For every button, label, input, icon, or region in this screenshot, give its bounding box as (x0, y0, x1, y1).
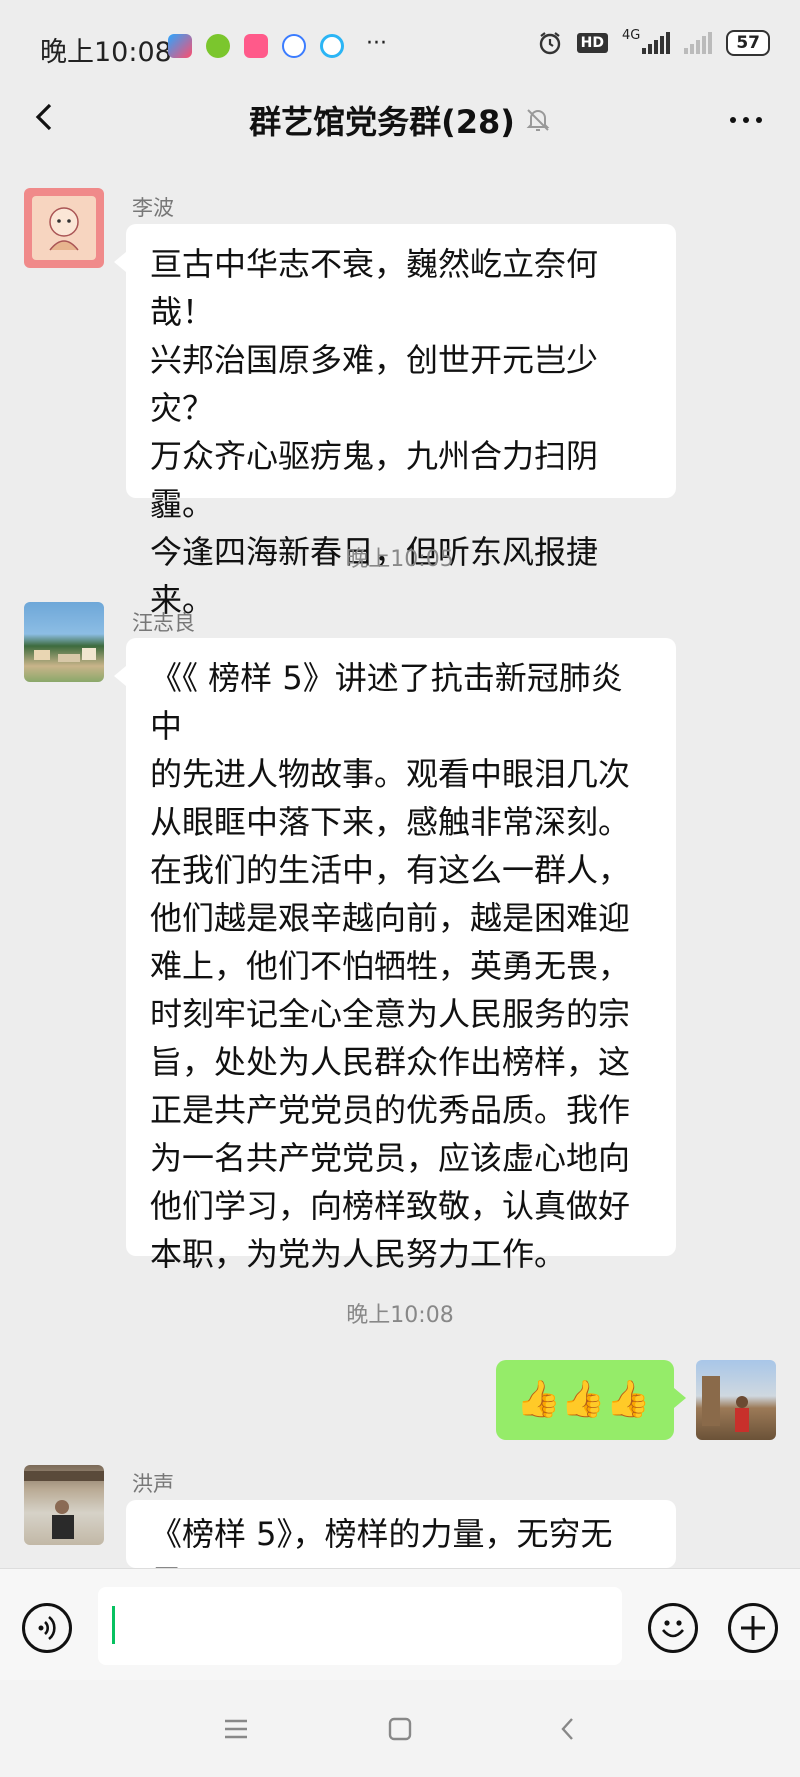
more-icon[interactable] (730, 117, 762, 123)
signal-2-icon (684, 32, 713, 54)
message-bubble[interactable]: 《榜样 5》，榜样的力量，无穷无尽。 (126, 1500, 676, 1568)
hd-badge: HD (576, 33, 608, 53)
self-avatar[interactable] (696, 1360, 776, 1440)
status-right: HD 4G 57 (537, 27, 770, 56)
signal-icon (642, 32, 671, 54)
green-app-icon (206, 34, 230, 58)
plus-button[interactable] (728, 1603, 778, 1653)
notification-icons: ··· (168, 31, 387, 58)
voice-button[interactable] (22, 1603, 72, 1653)
status-time: 晚上10:08 (40, 37, 172, 68)
person-avatar-icon (702, 1376, 749, 1432)
timestamp: 晚上10:05 (346, 547, 454, 572)
timestamp: 晚上10:08 (346, 1303, 454, 1328)
menu-icon[interactable] (222, 1716, 250, 1742)
avatar[interactable] (24, 1465, 104, 1545)
avatar[interactable] (24, 602, 104, 682)
plus-icon (741, 1616, 765, 1640)
landscape-avatar-icon (34, 648, 96, 662)
voice-icon (38, 1615, 56, 1641)
mute-icon (526, 109, 550, 131)
message-bubble[interactable]: 《《 榜样 5》讲述了抗击新冠肺炎中 的先进人物故事。观看中眼泪几次 从眼眶中落… (114, 638, 676, 1273)
battery-indicator: 57 (726, 30, 770, 56)
message-input[interactable] (98, 1587, 622, 1665)
video-app-icon (168, 34, 192, 58)
alarm-icon (539, 32, 560, 55)
person-avatar-icon (24, 1471, 104, 1539)
network-type: 4G (621, 27, 641, 43)
home-icon[interactable] (387, 1716, 413, 1742)
status-bar: 晚上10:08 ··· HD 4G 57 (0, 0, 800, 92)
more-notifications-icon: ··· (366, 31, 387, 56)
emoji-button[interactable] (648, 1603, 698, 1653)
paw-app-icon (282, 34, 306, 58)
sender-name: 洪声 (132, 1472, 174, 1496)
cartoon-avatar-icon (32, 196, 96, 260)
message-bubble[interactable]: 亘古中华志不衰，巍然屹立奈何 哉！ 兴邦治国原多难，创世开元岂少灾？ 万众齐心驱… (114, 224, 676, 619)
sender-name: 汪志良 (132, 611, 195, 635)
pink-app-icon (244, 34, 268, 58)
text-caret (112, 1606, 115, 1644)
nav-back-icon[interactable] (557, 1716, 579, 1742)
browser-app-icon (320, 34, 344, 58)
system-nav-bar (0, 1680, 800, 1777)
sender-name: 李波 (132, 196, 174, 220)
self-message-bubble[interactable]: 👍👍👍 (496, 1360, 686, 1440)
emoji-icon (662, 1620, 684, 1638)
avatar[interactable] (24, 188, 104, 268)
chat-title: 群艺馆党务群(28) (249, 103, 515, 141)
chat-title-bar: 群艺馆党务群(28) (0, 100, 800, 141)
